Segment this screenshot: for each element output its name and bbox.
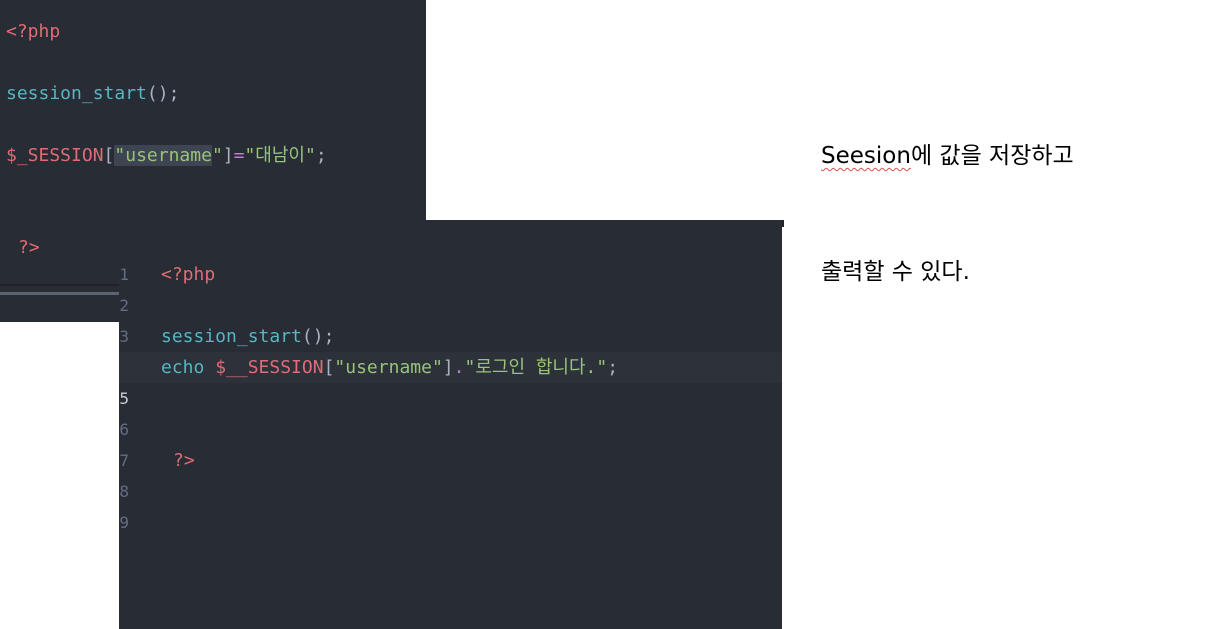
code-line-1: 1 <box>119 228 782 284</box>
code-line-2: 2 <?php <box>119 259 782 315</box>
punctuation: (); <box>146 83 180 104</box>
session-variable: $__SESSION <box>215 357 324 378</box>
code-line-4: 4 session_start(); <box>119 321 782 377</box>
code-line-session-assign: $_SESSION["username"]="대남이"; <box>6 145 327 166</box>
php-open-tag: <?php <box>161 264 216 285</box>
selected-key: "username <box>114 145 212 166</box>
function-name: session_start <box>6 83 147 104</box>
php-open-tag: <?php <box>6 21 61 42</box>
code-line-9: 9 <box>119 476 782 532</box>
session-key: "username" <box>334 357 443 378</box>
code-line-session-start: session_start(); <box>0 78 426 109</box>
echo-keyword: echo <box>161 357 205 378</box>
string-value: "대남이" <box>244 145 316 166</box>
php-close-tag: ?> <box>173 450 195 471</box>
note-store-session: Seesion에 값을 저장하고 <box>821 143 1074 169</box>
panel-divider-shadow <box>0 284 119 286</box>
misspelled-word: Seesion <box>821 143 911 169</box>
function-name: session_start <box>161 326 302 347</box>
code-line-8: 8 ?> <box>119 445 782 501</box>
code-editor-print-session[interactable]: 1 2 <?php 3 4 session_start(); 5 echo $_… <box>119 220 782 629</box>
line-number: 9 <box>119 513 129 532</box>
session-variable: $_SESSION <box>6 145 104 166</box>
code-line-7: 7 <box>119 414 782 470</box>
string-value: "로그인 합니다." <box>464 357 608 378</box>
code-line-1: <?php <box>0 16 426 47</box>
concat-operator: . <box>453 357 465 378</box>
code-line-5-active: 5 echo $__SESSION["username"]."로그인 합니다."… <box>119 352 782 408</box>
assign-operator: = <box>233 145 245 166</box>
php-close-tag: ?> <box>18 237 40 258</box>
note-print-session: 출력할 수 있다. <box>821 259 970 285</box>
code-line-3: 3 <box>119 290 782 346</box>
code-line-6: 6 <box>119 383 782 439</box>
panel-divider <box>0 292 119 295</box>
